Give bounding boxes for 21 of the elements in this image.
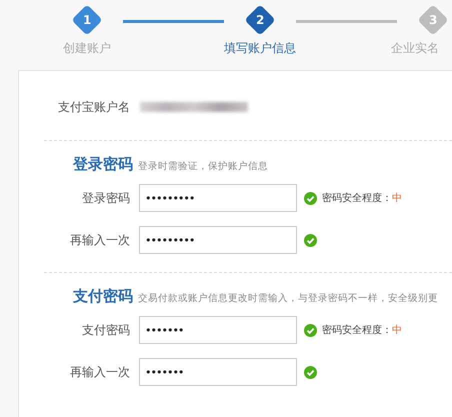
- password-field[interactable]: •••••••••: [139, 184, 297, 212]
- strength-text: 密码安全程度：中: [322, 192, 402, 205]
- strength-text: 密码安全程度：中: [322, 324, 402, 337]
- step-marker: 2: [244, 4, 276, 36]
- step-marker: 3: [417, 4, 449, 36]
- field-label: 再输入一次: [69, 232, 130, 248]
- field-label: 支付密码: [81, 322, 130, 338]
- field-label: 再输入一次: [69, 364, 130, 380]
- section-description: 交易付款或账户信息更改时需输入，与登录密码不一样，安全级别更: [138, 292, 438, 305]
- field-label: 支付宝账户名: [57, 98, 130, 116]
- section-title: 支付密码: [73, 287, 133, 306]
- section-description: 登录时需验证，保护账户信息: [138, 160, 268, 173]
- password-field[interactable]: •••••••: [139, 316, 297, 344]
- step-label: 创建账户: [63, 40, 111, 57]
- section-title: 登录密码: [73, 155, 133, 174]
- step-marker: 1: [71, 4, 103, 36]
- step-label: 企业实名: [391, 40, 439, 57]
- password-field[interactable]: •••••••••: [139, 226, 297, 254]
- password-field[interactable]: •••••••: [139, 358, 297, 386]
- field-label: 登录密码: [81, 190, 130, 206]
- step-label: 填写账户信息: [224, 40, 296, 57]
